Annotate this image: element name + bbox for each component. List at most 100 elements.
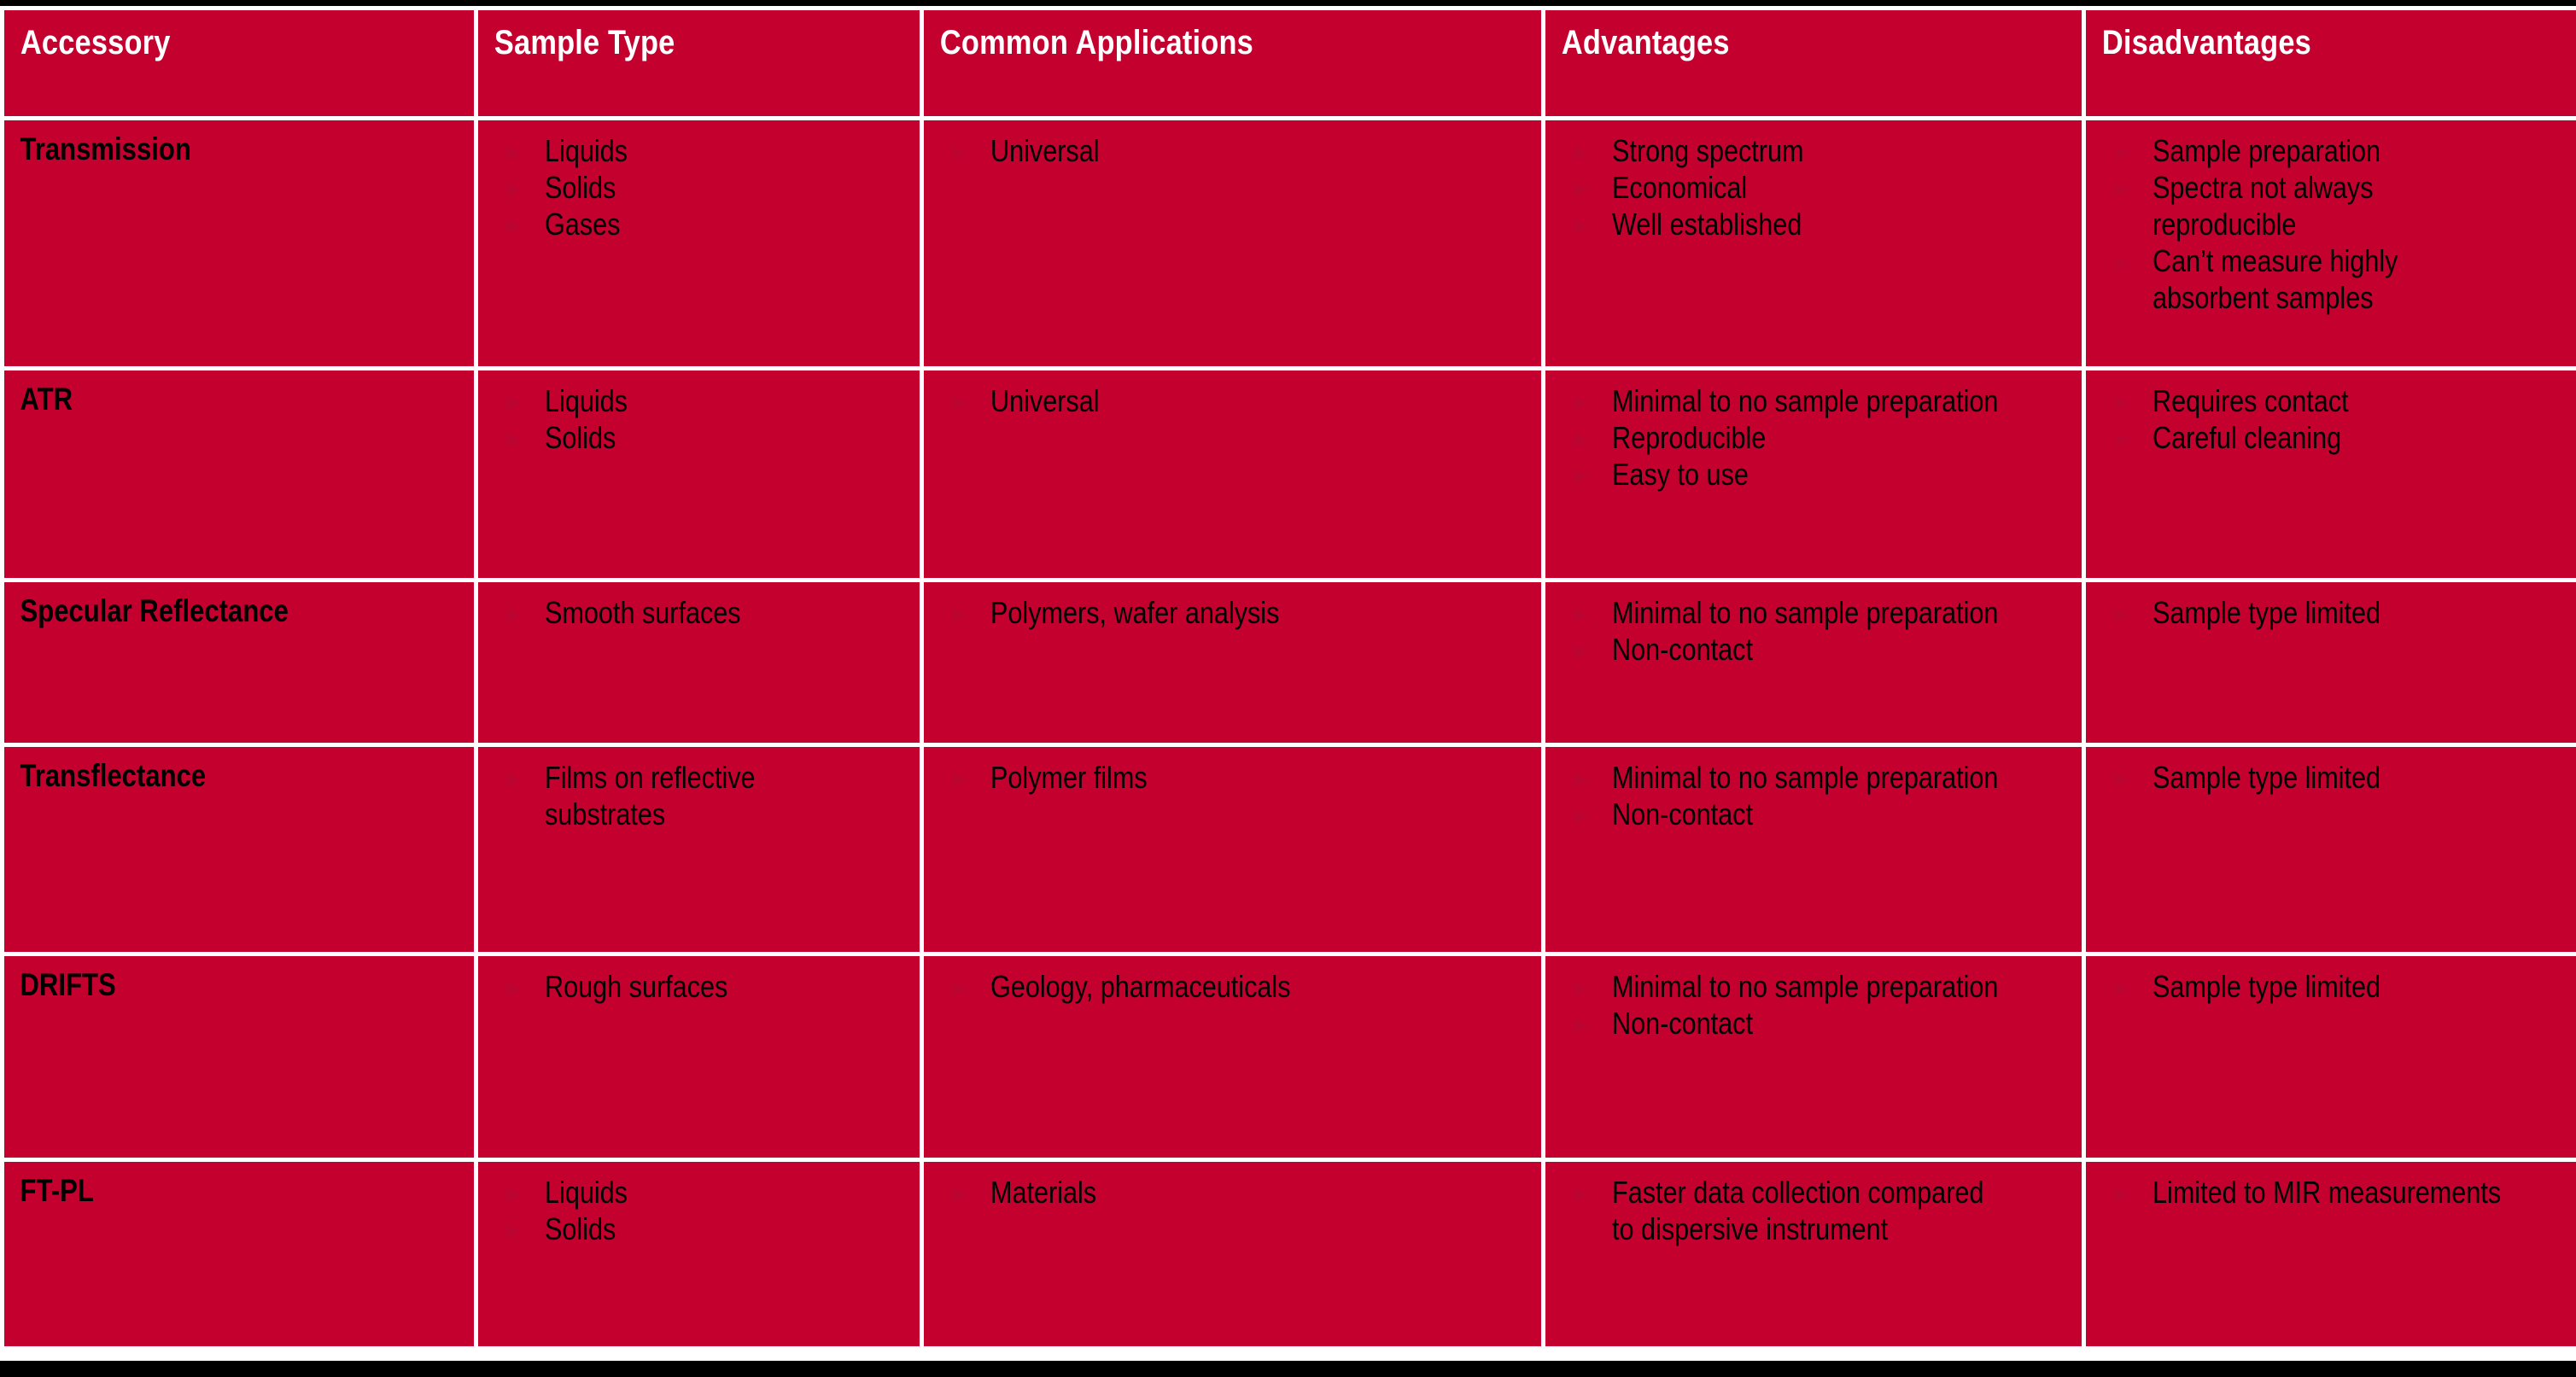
slide-canvas: Accessory Sample Type Common Application…: [0, 0, 2576, 1377]
list-item: Smooth surfaces: [478, 594, 908, 631]
applications-item-text: Universal: [990, 133, 1100, 168]
list-item: Films on reflective substrates: [478, 759, 908, 832]
list-item: Liquids: [478, 1174, 908, 1211]
comparison-table-container: Accessory Sample Type Common Application…: [0, 6, 2576, 1361]
applications-item-text: Polymers, wafer analysis: [990, 595, 1280, 630]
cell-advantages: Faster data collection compared to dispe…: [1545, 1162, 2082, 1346]
column-header-advantages: Advantages: [1545, 10, 2082, 116]
list-item: Materials: [924, 1174, 1529, 1211]
accessory-name: ATR: [20, 382, 73, 417]
list-item: Gases: [478, 206, 908, 242]
list-item: Solids: [478, 419, 908, 456]
applications-item-text: Geology, pharmaceuticals: [990, 969, 1291, 1004]
cell-applications: Polymer films: [924, 747, 1541, 952]
sample_type-item-text: Liquids: [545, 383, 628, 418]
list-item: Well established: [1545, 206, 2070, 242]
applications-item-text: Universal: [990, 383, 1100, 418]
list-item: Reproducible: [1545, 419, 2070, 456]
disadvantages-item-text: Careful cleaning: [2153, 420, 2342, 455]
cell-advantages: Minimal to no sample preparationNon-cont…: [1545, 582, 2082, 743]
list-item: Requires contact: [2086, 382, 2573, 419]
cell-disadvantages: Sample type limited: [2086, 582, 2576, 743]
advantages-list: Minimal to no sample preparationReproduc…: [1545, 371, 2082, 493]
sample_type-list: LiquidsSolids: [478, 1162, 920, 1247]
advantages-item-text: Minimal to no sample preparation: [1612, 383, 1999, 418]
header-row: Accessory Sample Type Common Application…: [4, 10, 2576, 116]
applications-list: Polymer films: [924, 747, 1541, 796]
list-item: Polymer films: [924, 759, 1529, 796]
table-row: DRIFTS Rough surfaces Geology, pharmaceuti…: [4, 956, 2576, 1158]
disadvantages-list: Requires contactCareful cleaning: [2086, 371, 2576, 456]
cell-applications: Materials: [924, 1162, 1541, 1346]
list-item: Spectra not always reproducible: [2086, 169, 2573, 242]
list-item: Easy to use: [1545, 456, 2070, 493]
list-item: Sample preparation: [2086, 132, 2573, 169]
disadvantages-item-text: Requires contact: [2153, 383, 2349, 418]
accessory-name: Transmission: [20, 131, 191, 166]
disadvantages-item-text: Spectra not always reproducible: [2153, 170, 2374, 242]
cell-advantages: Minimal to no sample preparationNon-cont…: [1545, 956, 2082, 1158]
list-item: Geology, pharmaceuticals: [924, 968, 1529, 1005]
advantages-list: Minimal to no sample preparationNon-cont…: [1545, 747, 2082, 832]
cell-sample_type: Rough surfaces: [478, 956, 920, 1158]
list-item: Non-contact: [1545, 796, 2070, 832]
column-header-accessory: Accessory: [4, 10, 474, 116]
cell-sample_type: LiquidsSolidsGases: [478, 120, 920, 366]
list-item: Liquids: [478, 382, 908, 419]
table-row: Transflectance Films on reflective substr…: [4, 747, 2576, 952]
advantages-item-text: Easy to use: [1612, 457, 1749, 492]
advantages-list: Faster data collection compared to dispe…: [1545, 1162, 2082, 1247]
cell-accessory: ATR: [4, 371, 474, 578]
column-header-disadvantages: Disadvantages: [2086, 10, 2576, 116]
list-item: Minimal to no sample preparation: [1545, 968, 2070, 1005]
list-item: Non-contact: [1545, 631, 2070, 668]
accessory-name: Transflectance: [20, 758, 207, 793]
accessory-name: DRIFTS: [20, 967, 116, 1002]
list-item: Faster data collection compared to dispe…: [1545, 1174, 2070, 1247]
advantages-item-text: Minimal to no sample preparation: [1612, 595, 1999, 630]
disadvantages-item-text: Sample type limited: [2153, 595, 2381, 630]
column-header-common-applications-label: Common Applications: [939, 24, 1253, 61]
cell-sample_type: Smooth surfaces: [478, 582, 920, 743]
applications-item-text: Polymer films: [990, 760, 1148, 795]
cell-accessory: FT-PL: [4, 1162, 474, 1346]
advantages-item-text: Non-contact: [1612, 796, 1753, 831]
column-header-accessory-label: Accessory: [20, 24, 171, 61]
sample_type-item-text: Smooth surfaces: [545, 595, 741, 630]
sample_type-list: Films on reflective substrates: [478, 747, 920, 832]
accessory-name: FT-PL: [20, 1173, 94, 1208]
list-item: Solids: [478, 169, 908, 206]
advantages-item-text: Strong spectrum: [1612, 133, 1804, 168]
list-item: Strong spectrum: [1545, 132, 2070, 169]
disadvantages-list: Sample type limited: [2086, 747, 2576, 796]
cell-disadvantages: Requires contactCareful cleaning: [2086, 371, 2576, 578]
cell-sample_type: LiquidsSolids: [478, 1162, 920, 1346]
cell-sample_type: Films on reflective substrates: [478, 747, 920, 952]
sample_type-item-text: Solids: [545, 170, 616, 205]
cell-accessory: Specular Reflectance: [4, 582, 474, 743]
table-row: ATR LiquidsSolids Universal Minimal to no s…: [4, 371, 2576, 578]
applications-item-text: Materials: [990, 1175, 1097, 1210]
top-frame-bar: [0, 0, 2576, 6]
advantages-item-text: Economical: [1612, 170, 1748, 205]
list-item: Careful cleaning: [2086, 419, 2573, 456]
list-item: Economical: [1545, 169, 2070, 206]
cell-applications: Geology, pharmaceuticals: [924, 956, 1541, 1158]
list-item: Minimal to no sample preparation: [1545, 382, 2070, 419]
cell-disadvantages: Sample preparationSpectra not always rep…: [2086, 120, 2576, 366]
sample_type-item-text: Solids: [545, 420, 616, 455]
sample_type-item-text: Gases: [545, 207, 621, 242]
cell-accessory: Transflectance: [4, 747, 474, 952]
list-item: Solids: [478, 1211, 908, 1247]
list-item: Sample type limited: [2086, 968, 2573, 1005]
applications-list: Geology, pharmaceuticals: [924, 956, 1541, 1005]
disadvantages-list: Sample type limited: [2086, 956, 2576, 1005]
sample_type-item-text: Liquids: [545, 1175, 628, 1210]
sample_type-item-text: Liquids: [545, 133, 628, 168]
cell-advantages: Strong spectrumEconomicalWell establishe…: [1545, 120, 2082, 366]
sample_type-item-text: Solids: [545, 1211, 616, 1246]
list-item: Non-contact: [1545, 1005, 2070, 1042]
cell-applications: Universal: [924, 120, 1541, 366]
applications-list: Polymers, wafer analysis: [924, 582, 1541, 631]
list-item: Universal: [924, 132, 1529, 169]
